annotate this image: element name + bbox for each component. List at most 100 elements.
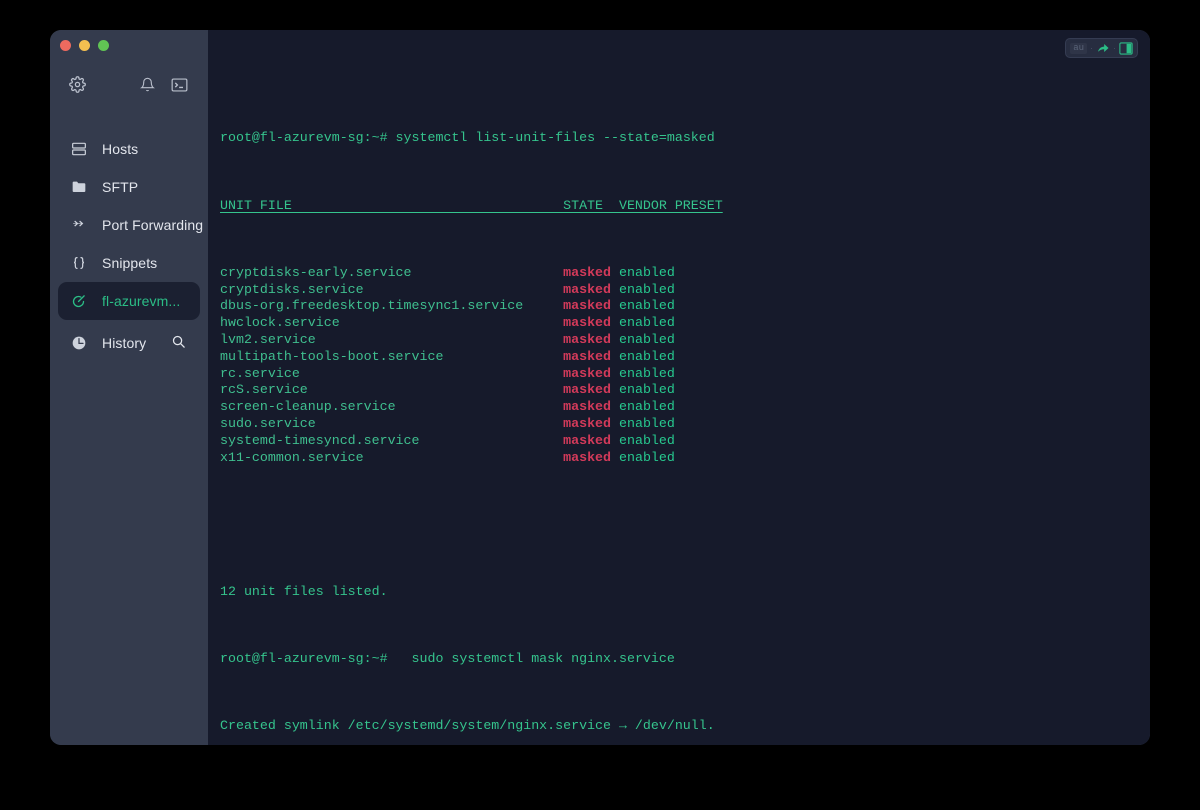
share-arrow-icon[interactable] — [1096, 41, 1110, 55]
unit-file-gap — [611, 282, 619, 297]
folder-icon — [71, 179, 91, 195]
unit-file-name: multipath-tools-boot.service — [220, 349, 563, 364]
unit-file-row: hwclock.service masked enabled — [220, 315, 1140, 332]
unit-file-preset: enabled — [619, 349, 675, 364]
mask-output-text: Created symlink /etc/systemd/system/ngin… — [220, 718, 715, 733]
unit-file-preset: enabled — [619, 399, 675, 414]
terminal-icon[interactable] — [171, 78, 188, 92]
unit-file-preset: enabled — [619, 332, 675, 347]
unit-file-row: lvm2.service masked enabled — [220, 332, 1140, 349]
sidebar-top-icons — [50, 76, 208, 102]
unit-file-gap — [611, 399, 619, 414]
sidebar-item-history[interactable]: History — [58, 324, 200, 362]
unit-file-name: rc.service — [220, 366, 563, 381]
unit-file-gap — [611, 382, 619, 397]
unit-file-row: systemd-timesyncd.service masked enabled — [220, 433, 1140, 450]
sidebar-item-label: fl-azurevm... — [102, 293, 180, 309]
window-controls — [60, 40, 109, 51]
unit-file-preset: enabled — [619, 366, 675, 381]
sidebar-item-fl-azurevm[interactable]: fl-azurevm... — [58, 282, 200, 320]
unit-file-preset: enabled — [619, 416, 675, 431]
sidebar-item-label: History — [102, 335, 146, 351]
unit-file-row: multipath-tools-boot.service masked enab… — [220, 349, 1140, 366]
unit-file-row: x11-common.service masked enabled — [220, 450, 1140, 467]
command-text: systemctl list-unit-files --state=masked — [388, 130, 715, 145]
server-icon — [71, 141, 91, 157]
unit-file-state: masked — [563, 382, 611, 397]
unit-file-name: lvm2.service — [220, 332, 563, 347]
settings-icon[interactable] — [69, 76, 86, 93]
terminal-line-blank — [220, 517, 1140, 534]
unit-file-name: screen-cleanup.service — [220, 399, 563, 414]
search-icon[interactable] — [171, 334, 186, 352]
unit-file-preset: enabled — [619, 298, 675, 313]
unit-file-gap — [611, 315, 619, 330]
unit-file-preset: enabled — [619, 265, 675, 280]
unit-file-preset: enabled — [619, 382, 675, 397]
unit-file-gap — [611, 366, 619, 381]
unit-file-name: cryptdisks.service — [220, 282, 563, 297]
unit-file-list: cryptdisks-early.service masked enabledc… — [220, 265, 1140, 467]
sidebar-item-snippets[interactable]: Snippets — [58, 244, 200, 282]
terminal-line-mask-command: root@fl-azurevm-sg:~# sudo systemctl mas… — [220, 651, 1140, 668]
unit-file-state: masked — [563, 265, 611, 280]
terminal-output: root@fl-azurevm-sg:~# systemctl list-uni… — [220, 80, 1140, 745]
maximize-button[interactable] — [98, 40, 109, 51]
unit-file-name: cryptdisks-early.service — [220, 265, 563, 280]
unit-file-gap — [611, 298, 619, 313]
sidebar-item-hosts[interactable]: Hosts — [58, 130, 200, 168]
unit-file-name: sudo.service — [220, 416, 563, 431]
minimize-button[interactable] — [79, 40, 90, 51]
unit-file-name: rcS.service — [220, 382, 563, 397]
unit-file-name: dbus-org.freedesktop.timesync1.service — [220, 298, 563, 313]
table-header: UNIT FILE STATE VENDOR PRESET — [220, 198, 723, 213]
prompt: root@fl-azurevm-sg:~# — [220, 130, 388, 145]
unit-file-state: masked — [563, 433, 611, 448]
clock-icon — [71, 335, 91, 351]
sidebar-item-sftp[interactable]: SFTP — [58, 168, 200, 206]
unit-file-row: rc.service masked enabled — [220, 366, 1140, 383]
unit-file-row: cryptdisks-early.service masked enabled — [220, 265, 1140, 282]
toolbar-separator: · — [1113, 44, 1116, 53]
unit-file-gap — [611, 332, 619, 347]
unit-file-name: hwclock.service — [220, 315, 563, 330]
unit-file-state: masked — [563, 416, 611, 431]
sidebar-nav: Hosts SFTP — [50, 130, 208, 362]
terminal-line-command: root@fl-azurevm-sg:~# systemctl list-uni… — [220, 130, 1140, 147]
toolbar-separator: · — [1090, 44, 1093, 53]
connection-icon — [71, 294, 91, 309]
unit-file-preset: enabled — [619, 315, 675, 330]
notifications-icon[interactable] — [140, 77, 155, 92]
sidebar-item-label: Hosts — [102, 141, 138, 157]
unit-file-row: cryptdisks.service masked enabled — [220, 282, 1140, 299]
braces-icon — [71, 255, 91, 271]
unit-file-preset: enabled — [619, 450, 675, 465]
sidebar: Hosts SFTP — [50, 30, 208, 745]
unit-file-name: systemd-timesyncd.service — [220, 433, 563, 448]
unit-file-state: masked — [563, 315, 611, 330]
sidebar-item-label: Port Forwarding — [102, 217, 203, 233]
sidebar-item-label: Snippets — [102, 255, 157, 271]
unit-file-gap — [611, 450, 619, 465]
unit-file-preset: enabled — [619, 282, 675, 297]
split-pane-icon[interactable] — [1119, 42, 1133, 55]
unit-file-gap — [611, 265, 619, 280]
terminal-pane[interactable]: au · · root@fl-azurevm-sg:~# systemctl l… — [208, 30, 1150, 745]
unit-file-row: sudo.service masked enabled — [220, 416, 1140, 433]
summary-text: 12 unit files listed. — [220, 584, 388, 599]
unit-file-state: masked — [563, 450, 611, 465]
close-button[interactable] — [60, 40, 71, 51]
sidebar-item-port-forwarding[interactable]: Port Forwarding — [58, 206, 200, 244]
toolbar-label[interactable]: au — [1070, 43, 1087, 54]
unit-file-preset: enabled — [619, 433, 675, 448]
prompt: root@fl-azurevm-sg:~# — [220, 651, 388, 666]
screenshot-root: Hosts SFTP — [0, 0, 1200, 810]
terminal-line-mask-output: Created symlink /etc/systemd/system/ngin… — [220, 718, 1140, 735]
unit-file-row: dbus-org.freedesktop.timesync1.service m… — [220, 298, 1140, 315]
terminal-line-summary: 12 unit files listed. — [220, 584, 1140, 601]
unit-file-state: masked — [563, 399, 611, 414]
terminal-toolbar: au · · — [1065, 38, 1138, 58]
unit-file-gap — [611, 349, 619, 364]
sidebar-item-label: SFTP — [102, 179, 138, 195]
unit-file-state: masked — [563, 332, 611, 347]
